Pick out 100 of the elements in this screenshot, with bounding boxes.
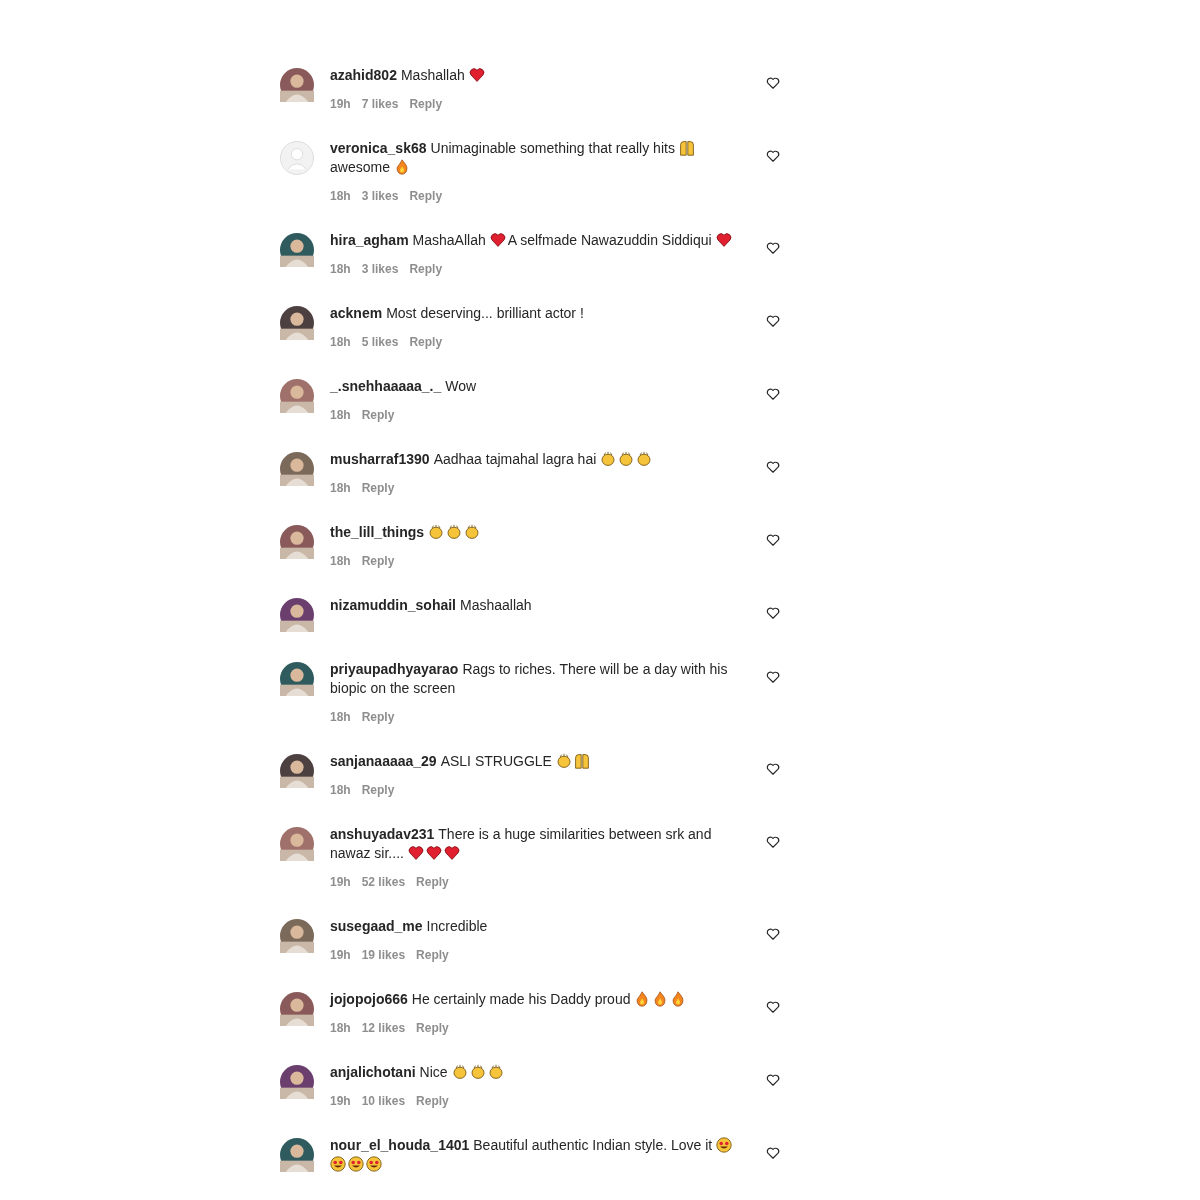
reply-link[interactable]: Reply [361,554,395,568]
like-count[interactable]: 12 likes [361,1021,406,1035]
like-heart-icon[interactable] [766,76,780,90]
username[interactable]: jojopojo666 [330,991,408,1007]
like-count[interactable]: 10 likes [361,1094,406,1108]
comment-text: Aadhaa tajmahal lagra hai [433,450,597,469]
comment-time: 19h [330,1094,351,1108]
raised-hands-icon [573,753,590,769]
username[interactable]: anshuyadav231 [330,826,435,842]
username[interactable]: anjalichotani [330,1064,416,1080]
username[interactable]: musharraf1390 [330,451,430,467]
reply-link[interactable]: Reply [361,710,395,724]
comment-time: 18h [330,554,351,568]
comment-time: 18h [330,710,351,724]
comment-text: A selfmade Nawazuddin Siddiqui [507,231,712,250]
clapping-hands-icon [464,524,481,540]
reply-link[interactable]: Reply [409,97,443,111]
comment-time: 19h [330,97,351,111]
heart-emoji-icon [443,845,460,861]
default-avatar-icon [280,141,314,175]
raised-hands-icon [678,140,695,156]
comment-text: Unimaginable something that really hits [430,139,675,158]
like-heart-icon[interactable] [766,1000,780,1014]
like-heart-icon[interactable] [766,533,780,547]
username[interactable]: susegaad_me [330,918,423,934]
comment-text: nawaz sir.... [330,844,404,863]
reply-link[interactable]: Reply [416,1021,449,1035]
like-heart-icon[interactable] [766,149,780,163]
like-heart-icon[interactable] [766,670,780,684]
like-heart-icon[interactable] [766,835,780,849]
like-count[interactable]: 5 likes [361,335,399,349]
comment-text: Beautiful authentic Indian style. Love it [473,1136,713,1155]
star-eyes-emoji-icon [716,1137,733,1153]
like-heart-icon[interactable] [766,1146,780,1160]
comment-time: 18h [330,262,351,276]
like-heart-icon[interactable] [766,1073,780,1087]
like-heart-icon[interactable] [766,762,780,776]
reply-link[interactable]: Reply [409,262,443,276]
reply-link[interactable]: Reply [361,408,395,422]
like-count[interactable]: 19 likes [361,948,406,962]
comment-time: 18h [330,481,351,495]
like-heart-icon[interactable] [766,460,780,474]
reply-link[interactable]: Reply [409,335,443,349]
like-heart-icon[interactable] [766,387,780,401]
like-heart-icon[interactable] [766,927,780,941]
comment-time: 18h [330,189,351,203]
reply-link[interactable]: Reply [416,948,449,962]
comment-text: Mashaallah [460,596,532,615]
comment-time: 18h [330,335,351,349]
star-eyes-emoji-icon [330,1156,346,1172]
username[interactable]: sanjanaaaaa_29 [330,753,437,769]
reply-link[interactable]: Reply [409,189,443,203]
clapping-hands-icon [555,753,572,769]
clapping-hands-icon [636,451,653,467]
like-heart-icon[interactable] [766,606,780,620]
clapping-hands-icon [469,1064,486,1080]
reply-link[interactable]: Reply [361,481,395,495]
like-count[interactable]: 3 likes [361,262,399,276]
reply-link[interactable]: Reply [416,1094,449,1108]
like-count[interactable]: 52 likes [361,875,406,889]
username[interactable]: azahid802 [330,67,397,83]
comment-time: 18h [330,783,351,797]
comment-text: Wow [445,377,477,396]
clapping-hands-icon [428,524,445,540]
username[interactable]: the_lill_things [330,524,425,540]
username[interactable]: nizamuddin_sohail [330,597,456,613]
comment-text: He certainly made his Daddy proud [411,990,631,1009]
username[interactable]: _.snehhaaaaa_._ [330,378,442,394]
comment-time: 19h [330,948,351,962]
comment-text: Rags to riches. There will be a day with his [462,660,728,679]
comment-text: There is a huge similarities between srk and [438,825,712,844]
comment-text: biopic on the screen [330,679,456,698]
comment-time: 19h [330,875,351,889]
like-count[interactable]: 7 likes [361,97,399,111]
heart-emoji-icon [468,67,485,83]
comment-text: MashaAllah [412,231,486,250]
like-heart-icon[interactable] [766,241,780,255]
clapping-hands-icon [600,451,617,467]
reply-link[interactable]: Reply [416,875,449,889]
comment-time: 18h [330,1021,351,1035]
reply-link[interactable]: Reply [361,783,395,797]
heart-emoji-icon [407,845,424,861]
username[interactable]: priyaupadhyayarao [330,661,459,677]
username[interactable]: nour_el_houda_1401 [330,1137,470,1153]
like-count[interactable]: 3 likes [361,189,399,203]
comment-text: Most deserving... brilliant actor ! [386,304,584,323]
comment-text: ASLI STRUGGLE [440,752,552,771]
like-heart-icon[interactable] [766,314,780,328]
clapping-hands-icon [618,451,635,467]
comment-text: Incredible [426,917,488,936]
clapping-hands-icon [446,524,463,540]
comment-time: 18h [330,408,351,422]
username[interactable]: veronica_sk68 [330,140,427,156]
heart-emoji-icon [489,232,506,248]
heart-emoji-icon [425,845,442,861]
username[interactable]: hira_agham [330,232,409,248]
star-eyes-emoji-icon [348,1156,364,1172]
comment-text: Nice [419,1063,448,1082]
username[interactable]: acknem [330,305,383,321]
star-eyes-emoji-icon [366,1156,382,1172]
